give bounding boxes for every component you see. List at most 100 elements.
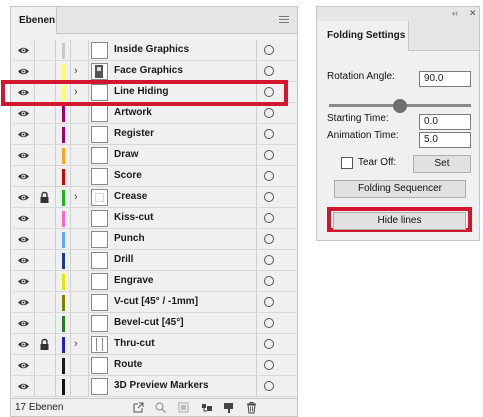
- hide-lines-button[interactable]: Hide lines: [333, 212, 466, 230]
- eye-icon[interactable]: [17, 212, 30, 225]
- target-circle-icon[interactable]: [264, 108, 274, 118]
- starting-time-field[interactable]: 0.0: [419, 114, 471, 130]
- target-circle-icon[interactable]: [264, 339, 274, 349]
- eye-icon[interactable]: [17, 359, 30, 372]
- column-separator: [256, 208, 257, 228]
- layer-row[interactable]: V-cut [45° / -1mm]: [13, 292, 296, 313]
- layer-row[interactable]: Artwork: [13, 103, 296, 124]
- layer-row[interactable]: Route: [13, 355, 296, 376]
- new-layer-icon[interactable]: [222, 401, 235, 414]
- layer-row[interactable]: Score: [13, 166, 296, 187]
- tab-ebenen[interactable]: Ebenen: [11, 7, 57, 34]
- chevron-right-icon[interactable]: ›: [74, 190, 78, 205]
- tab-folding-settings[interactable]: Folding Settings: [317, 21, 409, 51]
- target-circle-icon[interactable]: [264, 171, 274, 181]
- layer-name[interactable]: Drill: [114, 254, 133, 265]
- layer-name[interactable]: 3D Preview Markers: [114, 380, 209, 391]
- layer-name[interactable]: Draw: [114, 149, 138, 160]
- layer-name[interactable]: Face Graphics: [114, 65, 183, 76]
- layer-row[interactable]: Bevel-cut [45°]: [13, 313, 296, 334]
- layer-row[interactable]: Drill: [13, 250, 296, 271]
- tear-off-checkbox[interactable]: [341, 157, 353, 169]
- target-circle-icon[interactable]: [264, 255, 274, 265]
- new-sublayer-icon[interactable]: [200, 401, 213, 414]
- target-circle-icon[interactable]: [264, 150, 274, 160]
- eye-icon[interactable]: [17, 233, 30, 246]
- eye-icon[interactable]: [17, 44, 30, 57]
- layer-name[interactable]: Register: [114, 128, 154, 139]
- layer-name[interactable]: V-cut [45° / -1mm]: [114, 296, 198, 307]
- lock-icon[interactable]: [39, 191, 50, 204]
- column-separator: [55, 208, 56, 228]
- layer-color-bar: [62, 274, 65, 290]
- layer-row[interactable]: › Face Graphics: [13, 61, 296, 82]
- rotation-slider-knob[interactable]: [393, 99, 407, 113]
- clipping-mask-icon[interactable]: [177, 401, 190, 414]
- chevron-right-icon[interactable]: ›: [74, 64, 78, 79]
- target-circle-icon[interactable]: [264, 234, 274, 244]
- layer-name[interactable]: Thru-cut: [114, 338, 155, 349]
- layer-name[interactable]: Route: [114, 359, 142, 370]
- eye-icon[interactable]: [17, 170, 30, 183]
- eye-icon[interactable]: [17, 65, 30, 78]
- delete-icon[interactable]: [245, 401, 258, 414]
- layer-name[interactable]: Artwork: [114, 107, 152, 118]
- hamburger-icon[interactable]: [279, 16, 289, 25]
- column-separator: [256, 187, 257, 207]
- lock-icon[interactable]: [39, 338, 50, 351]
- rotation-angle-field[interactable]: 90.0: [419, 71, 471, 87]
- animation-time-field[interactable]: 5.0: [419, 132, 471, 148]
- target-circle-icon[interactable]: [264, 381, 274, 391]
- export-icon[interactable]: [132, 401, 145, 414]
- eye-icon[interactable]: [17, 149, 30, 162]
- layer-name[interactable]: Kiss-cut: [114, 212, 153, 223]
- eye-icon[interactable]: [17, 191, 30, 204]
- layer-row[interactable]: › Thru-cut: [13, 334, 296, 355]
- layer-row[interactable]: Engrave: [13, 271, 296, 292]
- layer-name[interactable]: Inside Graphics: [114, 44, 189, 55]
- layer-name[interactable]: Punch: [114, 233, 145, 244]
- eye-icon[interactable]: [17, 317, 30, 330]
- layer-name[interactable]: Crease: [114, 191, 147, 202]
- eye-icon[interactable]: [17, 380, 30, 393]
- search-icon[interactable]: [154, 401, 167, 414]
- layer-row[interactable]: Punch: [13, 229, 296, 250]
- target-circle-icon[interactable]: [264, 297, 274, 307]
- eye-icon[interactable]: [17, 296, 30, 309]
- target-circle-icon[interactable]: [264, 213, 274, 223]
- close-icon[interactable]: ✕: [469, 8, 477, 19]
- target-circle-icon[interactable]: [264, 129, 274, 139]
- column-separator: [70, 376, 71, 396]
- layer-thumbnail: [91, 378, 108, 395]
- target-circle-icon[interactable]: [264, 318, 274, 328]
- eye-icon[interactable]: [17, 338, 30, 351]
- folding-sequencer-button[interactable]: Folding Sequencer: [334, 180, 466, 198]
- target-circle-icon[interactable]: [264, 360, 274, 370]
- column-separator: [55, 124, 56, 144]
- eye-icon[interactable]: [17, 107, 30, 120]
- layer-name[interactable]: Bevel-cut [45°]: [114, 317, 184, 328]
- layer-row[interactable]: › Crease: [13, 187, 296, 208]
- column-separator: [55, 250, 56, 270]
- layer-row[interactable]: Draw: [13, 145, 296, 166]
- target-circle-icon[interactable]: [264, 66, 274, 76]
- layer-color-bar: [62, 127, 65, 143]
- target-circle-icon[interactable]: [264, 192, 274, 202]
- target-circle-icon[interactable]: [264, 276, 274, 286]
- column-separator: [70, 313, 71, 333]
- layer-name[interactable]: Score: [114, 170, 142, 181]
- folding-settings-panel: ‹‹ ✕ Folding Settings Rotation Angle: 90…: [316, 6, 480, 241]
- eye-icon[interactable]: [17, 275, 30, 288]
- layer-row[interactable]: Kiss-cut: [13, 208, 296, 229]
- layer-name[interactable]: Engrave: [114, 275, 153, 286]
- set-button[interactable]: Set: [413, 155, 471, 173]
- chevron-right-icon[interactable]: ›: [74, 337, 78, 352]
- collapse-icon[interactable]: ‹‹: [452, 8, 458, 19]
- eye-icon[interactable]: [17, 254, 30, 267]
- layer-row[interactable]: Register: [13, 124, 296, 145]
- layer-row[interactable]: Inside Graphics: [13, 40, 296, 61]
- line-hiding-highlight: [1, 80, 288, 106]
- target-circle-icon[interactable]: [264, 45, 274, 55]
- layer-row[interactable]: 3D Preview Markers: [13, 376, 296, 397]
- eye-icon[interactable]: [17, 128, 30, 141]
